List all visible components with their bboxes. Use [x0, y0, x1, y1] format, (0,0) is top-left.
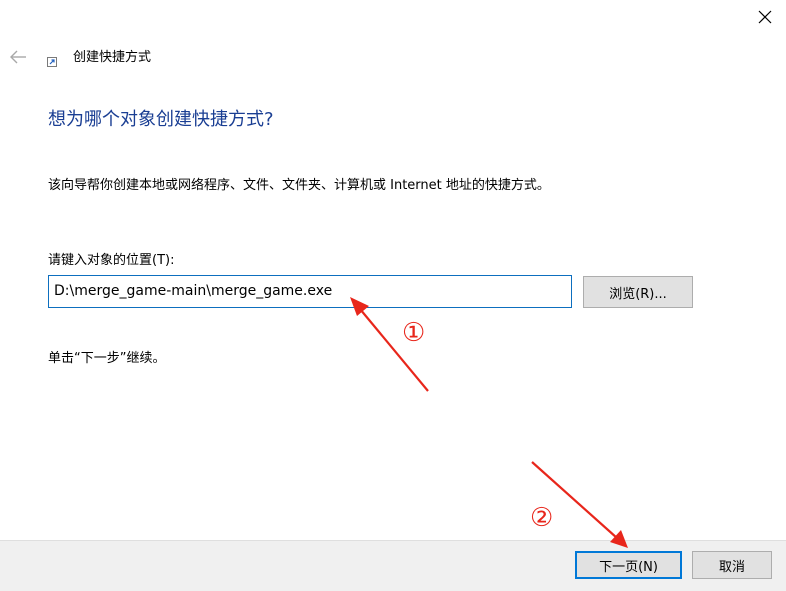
close-button[interactable]	[750, 2, 780, 32]
cancel-button[interactable]: 取消	[692, 551, 772, 579]
close-icon	[758, 10, 772, 24]
back-arrow-icon[interactable]	[8, 48, 28, 66]
annotation-marker-1: ①	[402, 318, 426, 348]
page-heading: 想为哪个对象创建快捷方式?	[48, 109, 274, 130]
continue-hint: 单击“下一步”继续。	[48, 351, 166, 366]
wizard-description: 该向导帮你创建本地或网络程序、文件、文件夹、计算机或 Internet 地址的快…	[48, 178, 550, 193]
next-button[interactable]: 下一页(N)	[575, 551, 682, 579]
location-label: 请键入对象的位置(T):	[48, 253, 175, 268]
dialog-title: 创建快捷方式	[73, 50, 152, 65]
shortcut-icon	[47, 57, 57, 67]
location-input[interactable]	[48, 275, 572, 308]
browse-button[interactable]: 浏览(R)...	[583, 276, 693, 308]
annotation-marker-2: ②	[530, 503, 554, 533]
create-shortcut-dialog: 创建快捷方式 想为哪个对象创建快捷方式? 该向导帮你创建本地或网络程序、文件、文…	[0, 0, 786, 591]
